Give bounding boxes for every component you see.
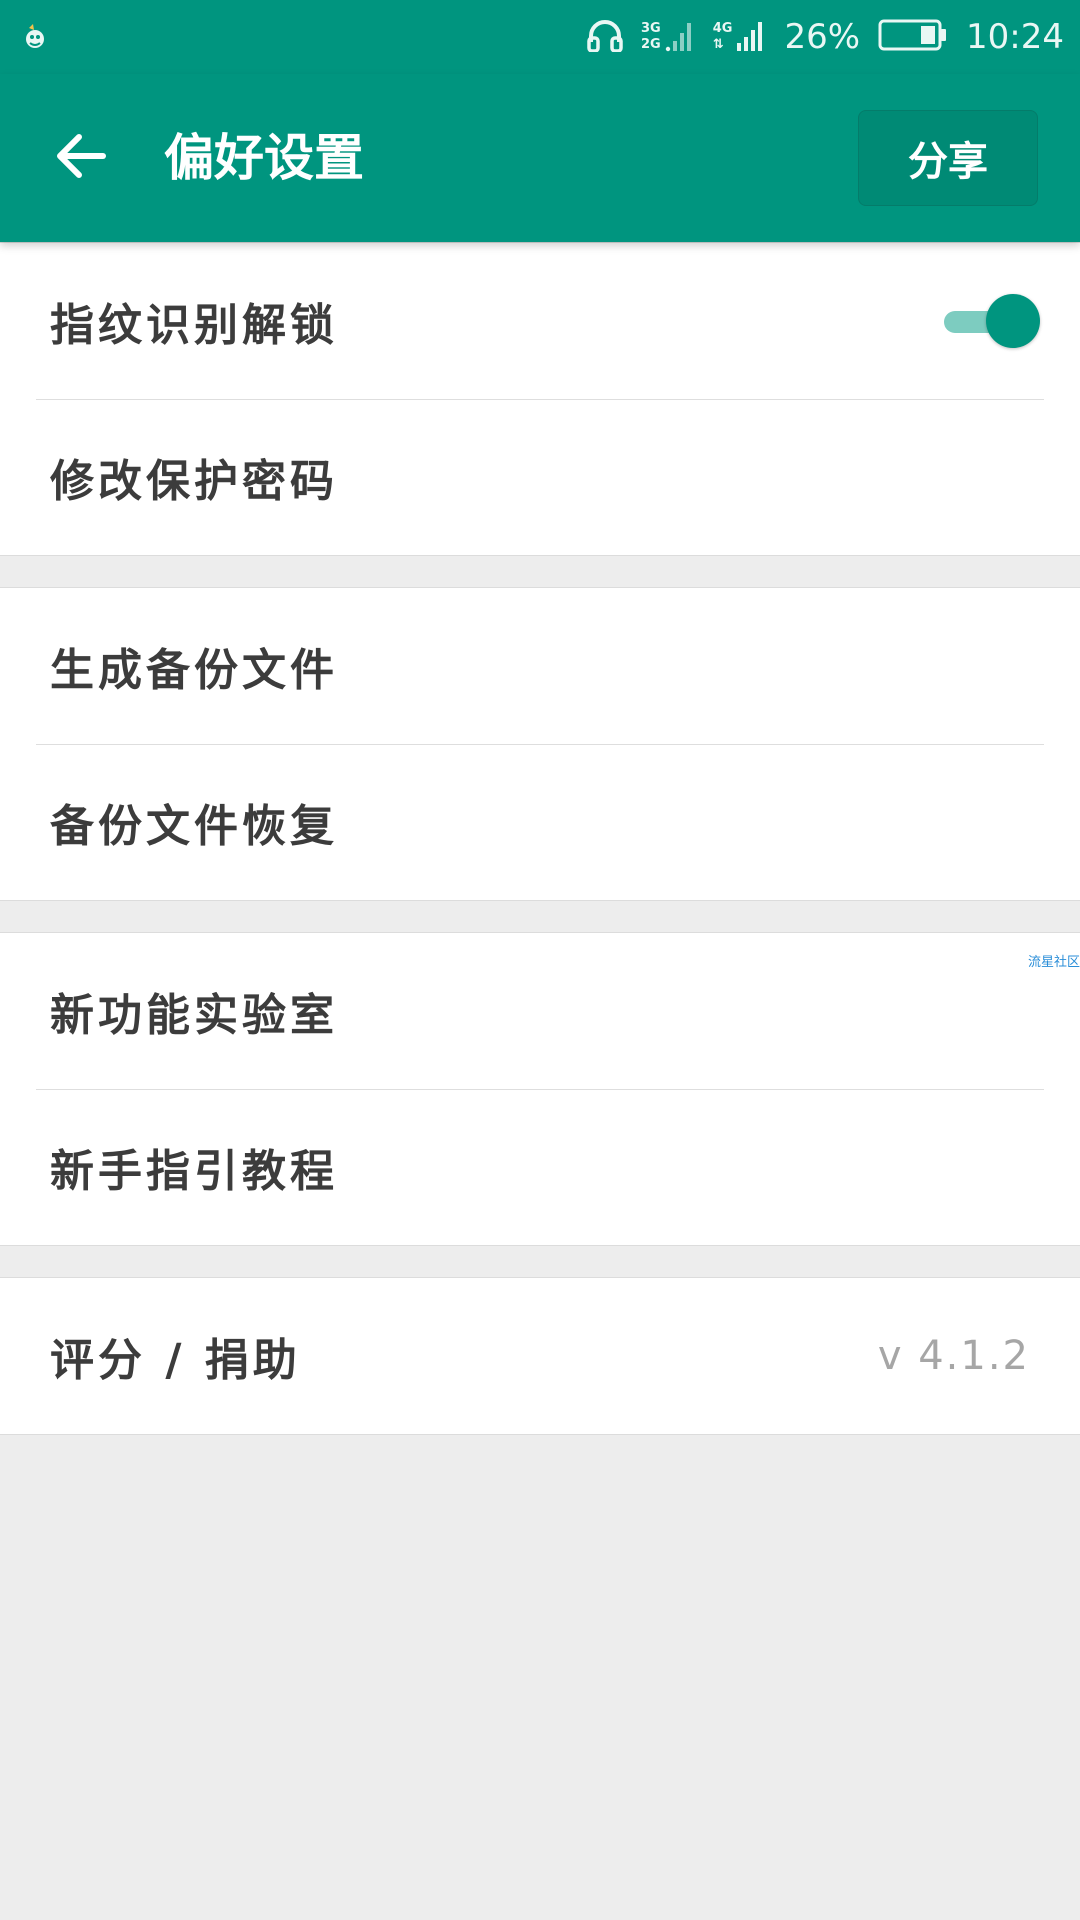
share-button[interactable]: 分享 [858,110,1038,206]
rate-donate-label: 评分 / 捐助 [50,1335,301,1386]
feature-lab-label: 新功能实验室 [50,990,338,1041]
feature-lab-row[interactable]: 新功能实验室 [0,933,1080,1089]
watermark: 流星社区 [1027,955,1080,970]
tutorial-row[interactable]: 新手指引教程 [0,1089,1080,1245]
page-title: 偏好设置 [164,128,364,187]
backup-section: 生成备份文件 备份文件恢复 [0,587,1080,901]
restore-backup-row[interactable]: 备份文件恢复 [0,744,1080,900]
create-backup-row[interactable]: 生成备份文件 [0,588,1080,744]
fingerprint-unlock-toggle[interactable] [940,293,1040,349]
signal-icon [736,18,766,56]
clock: 10:24 [966,17,1064,57]
sim1-signal: 3G 2G [641,18,695,56]
fingerprint-unlock-row[interactable]: 指纹识别解锁 [0,243,1080,399]
battery-percent: 26% [784,17,861,57]
arrow-left-icon [53,132,107,184]
security-section: 指纹识别解锁 修改保护密码 [0,242,1080,556]
data-arrows-icon: ⇅ [712,37,724,52]
restore-backup-label: 备份文件恢复 [50,801,338,852]
notification-app-icon [22,22,48,50]
version-label: v 4.1.2 [877,1333,1030,1379]
create-backup-label: 生成备份文件 [50,645,338,696]
features-section: 新功能实验室 新手指引教程 [0,932,1080,1246]
battery-icon [878,18,948,56]
sim2-signal: 4G ⇅ [713,18,767,56]
change-password-label: 修改保护密码 [50,456,338,507]
about-section: 评分 / 捐助 v 4.1.2 [0,1277,1080,1435]
back-button[interactable] [40,122,120,194]
network-type-2g: 2G [641,37,661,52]
app-bar: 偏好设置 分享 [0,74,1080,242]
network-type-3g: 3G [641,21,661,36]
network-type-4g: 4G [712,21,733,36]
rate-donate-row[interactable]: 评分 / 捐助 v 4.1.2 [0,1278,1080,1434]
fingerprint-unlock-label: 指纹识别解锁 [50,300,338,351]
headphones-icon [587,18,623,56]
toggle-thumb [986,294,1040,348]
tutorial-label: 新手指引教程 [50,1146,338,1197]
status-bar: 3G 2G 4G ⇅ 26% 10:24 [0,0,1080,74]
signal-icon [665,18,695,56]
change-password-row[interactable]: 修改保护密码 [0,399,1080,555]
